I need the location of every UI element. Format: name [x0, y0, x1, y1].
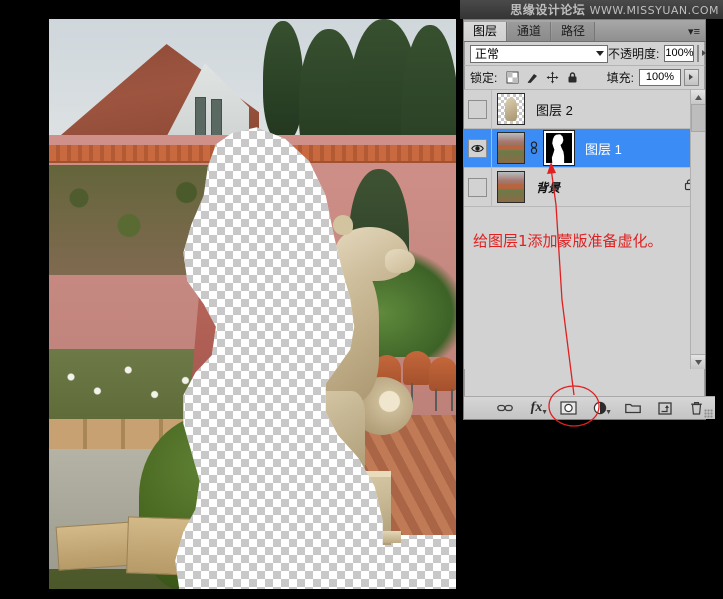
add-layer-mask-icon: [560, 401, 577, 415]
statue-snout: [385, 249, 415, 273]
conifer-tree-a: [263, 21, 303, 141]
visibility-cell-background[interactable]: [464, 168, 492, 206]
link-layers-button[interactable]: [496, 400, 513, 416]
layer-name-layer1[interactable]: 图层 1: [585, 139, 622, 158]
window-titlebar: 思缘设计论坛 WWW.MISSYUAN.COM: [460, 0, 723, 19]
chain-link-icon: [530, 141, 537, 155]
lock-row: 锁定: 填充: 100%: [464, 66, 705, 90]
visibility-cell-layer2[interactable]: [464, 90, 492, 128]
new-layer-button[interactable]: [656, 400, 673, 416]
layer-row-图层1[interactable]: 图层 1: [464, 129, 705, 168]
layer-mask-thumbnail[interactable]: [543, 130, 575, 166]
scroll-down-icon[interactable]: [691, 354, 705, 369]
visibility-cell-layer1[interactable]: [464, 129, 492, 167]
annotation-text: 给图层1添加蒙版准备虚化。: [473, 232, 663, 250]
add-layer-mask-button[interactable]: [560, 400, 577, 416]
screenshot-root: 思缘设计论坛 WWW.MISSYUAN.COM 图层 通道 路径 ▾≡ 正常 不…: [0, 0, 723, 599]
layer-thumbnail-background[interactable]: [497, 171, 525, 203]
mask-silhouette: [551, 134, 565, 163]
blend-mode-row: 正常 不透明度: 100%: [464, 42, 707, 66]
chair-leg-5: [451, 389, 453, 411]
new-group-button[interactable]: [624, 400, 641, 416]
panel-tab-bar: 图层 通道 路径 ▾≡: [464, 20, 705, 42]
lock-button-group: [506, 71, 579, 84]
new-layer-icon: [657, 401, 672, 415]
eye-toggle-background[interactable]: [468, 177, 487, 197]
layer-list[interactable]: 图层 2 图层 1 背景: [464, 90, 705, 369]
site-watermark: 思缘设计论坛 WWW.MISSYUAN.COM: [510, 1, 719, 18]
triangle-down-icon: [694, 359, 702, 365]
layer-thumbnail-layer1[interactable]: [497, 132, 525, 164]
scroll-up-icon[interactable]: [691, 90, 705, 105]
layer-name-background[interactable]: 背景: [536, 179, 560, 196]
tab-paths[interactable]: 路径: [552, 22, 596, 41]
triangle-up-icon: [694, 94, 702, 100]
lock-position-icon[interactable]: [546, 71, 559, 84]
watermark-url: WWW.MISSYUAN.COM: [589, 4, 719, 17]
layer-name-layer2[interactable]: 图层 2: [536, 100, 573, 119]
tab-layers[interactable]: 图层: [464, 22, 508, 41]
thumb-roofline-bg: [498, 184, 524, 190]
opacity-label: 不透明度:: [608, 47, 660, 61]
chair-3: [429, 357, 456, 391]
blend-mode-select[interactable]: 正常: [470, 44, 608, 63]
tab-channels[interactable]: 通道: [508, 22, 552, 41]
layer-row-图层2[interactable]: 图层 2: [464, 90, 705, 129]
layer-style-button[interactable]: fx ▼: [528, 400, 548, 416]
panel-menu-icon[interactable]: ▾≡: [688, 27, 700, 38]
eye-icon: [471, 144, 484, 152]
lock-label: 锁定:: [470, 71, 498, 85]
thumb-statue-shape: [505, 98, 517, 121]
fill-input[interactable]: 100%: [639, 69, 681, 86]
delete-layer-button[interactable]: [688, 400, 705, 416]
resize-grip-icon[interactable]: [704, 409, 713, 418]
adjustment-layer-button[interactable]: ▼: [592, 400, 612, 416]
eye-toggle-layer2[interactable]: [468, 99, 487, 119]
chevron-down-icon: [596, 50, 604, 56]
eye-toggle-layer1[interactable]: [468, 138, 487, 158]
layers-panel-bottom-bar: fx ▼ ▼: [464, 396, 715, 419]
fill-slider-button[interactable]: [684, 69, 699, 86]
folder-icon: [624, 403, 641, 414]
scrollbar-thumb[interactable]: [691, 104, 705, 132]
layer-list-scrollbar[interactable]: [690, 90, 705, 369]
blend-mode-value: 正常: [475, 46, 500, 61]
layer-row-背景[interactable]: 背景: [464, 168, 705, 207]
layers-panel[interactable]: 图层 通道 路径 ▾≡ 正常 不透明度: 100% 锁定: 填充: 100% 图…: [463, 19, 715, 420]
image-canvas[interactable]: [49, 19, 456, 589]
statue-ear: [333, 215, 353, 235]
layer-thumbnail-layer2[interactable]: [497, 93, 525, 125]
opacity-input[interactable]: 100%: [664, 45, 695, 62]
lock-all-icon[interactable]: [566, 71, 579, 84]
watermark-chinese: 思缘设计论坛: [510, 3, 586, 17]
layer-mask-link-icon[interactable]: [528, 140, 539, 156]
chair-leg-4: [435, 389, 437, 411]
trash-icon: [691, 402, 702, 415]
thumb-roofline: [498, 145, 524, 151]
link-icon: [496, 404, 513, 412]
fill-label: 填充:: [606, 71, 634, 85]
lock-image-icon[interactable]: [526, 71, 539, 84]
opacity-slider-button[interactable]: [697, 45, 707, 62]
lock-transparency-icon[interactable]: [506, 71, 519, 84]
